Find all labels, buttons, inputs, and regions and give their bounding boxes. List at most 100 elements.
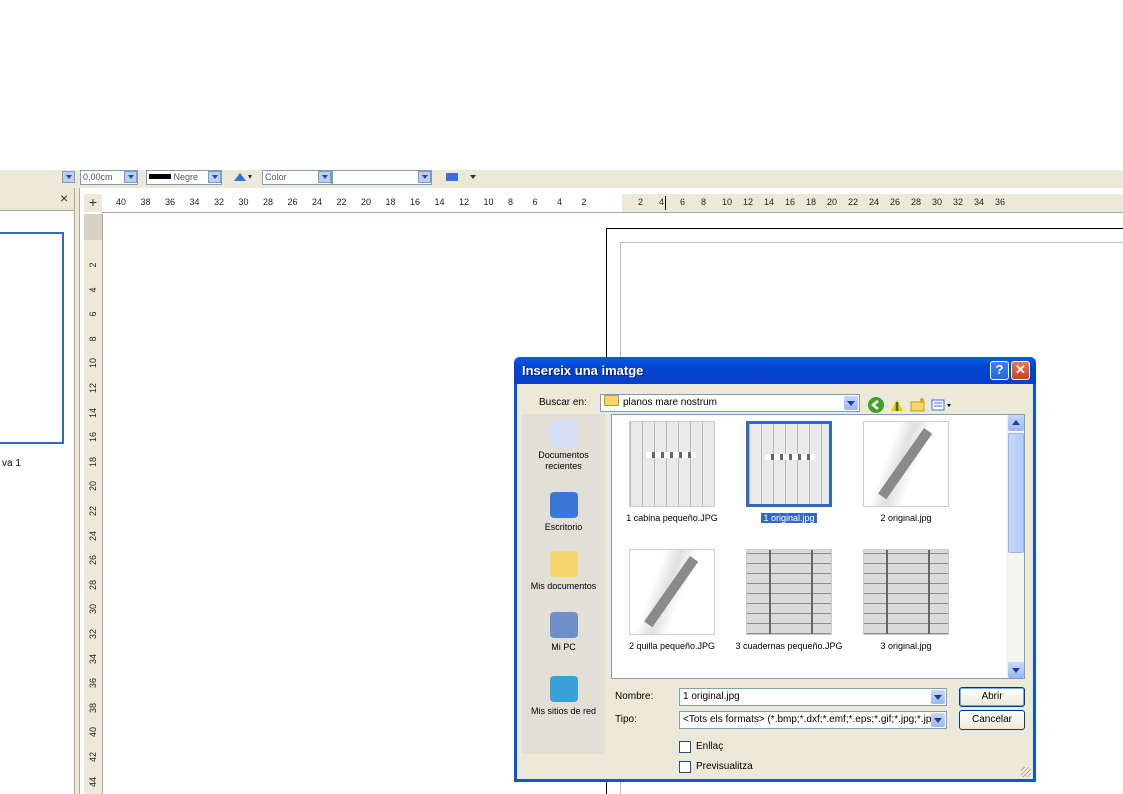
places-bar: Documentos recientes Escritorio Mis docume… — [522, 414, 605, 754]
ruler-tick-label: 4 — [659, 197, 665, 207]
toolbar-options-icon[interactable] — [470, 175, 476, 179]
file-item[interactable]: 1 cabina pequeño.JPG — [616, 421, 728, 524]
file-name: 1 cabina pequeño.JPG — [626, 513, 718, 523]
ruler-tick-label: 28 — [263, 197, 274, 207]
ruler-tick-label: 42 — [88, 752, 98, 763]
ruler-tick-label: 16 — [410, 197, 421, 207]
resize-grip-icon[interactable] — [1021, 767, 1031, 777]
shadow-icon[interactable] — [446, 173, 458, 181]
file-name: 3 original.jpg — [880, 641, 932, 651]
ruler-tick-label: 18 — [88, 456, 98, 467]
ruler-tick-label: 22 — [88, 506, 98, 517]
link-checkbox[interactable] — [679, 741, 691, 753]
ruler-tick-label: 8 — [88, 336, 98, 342]
new-folder-icon[interactable] — [910, 397, 926, 413]
desktop-icon — [549, 492, 578, 518]
ruler-tick-label: 24 — [312, 197, 323, 207]
place-recent-documents[interactable]: Documentos recientes — [522, 420, 605, 472]
vertical-scrollbar[interactable] — [1007, 415, 1024, 678]
scrollbar-thumb[interactable] — [1008, 433, 1024, 553]
ruler-tick-label: 16 — [88, 432, 98, 443]
chevron-down-icon[interactable] — [931, 713, 945, 727]
slides-panel-header: × — [0, 188, 78, 211]
ruler-tick-label: 2 — [581, 197, 587, 207]
place-desktop[interactable]: Escritorio — [522, 492, 605, 533]
chevron-down-icon[interactable] — [124, 171, 137, 183]
cancel-button[interactable]: Cancelar — [959, 710, 1025, 730]
ruler-tick-label: 30 — [238, 197, 249, 207]
my-documents-icon — [549, 551, 578, 577]
preview-checkbox[interactable] — [679, 761, 691, 773]
ruler-tick-label: 4 — [88, 287, 98, 293]
ruler-tick-label: 10 — [88, 358, 98, 369]
recent-documents-icon — [549, 420, 578, 446]
file-name: 2 quilla pequeño.JPG — [628, 641, 716, 651]
ruler-tick-label: 20 — [361, 197, 372, 207]
ruler-tick-label: 24 — [88, 530, 98, 541]
look-in-select[interactable]: planos mare nostrum — [600, 394, 860, 412]
ruler-tick-label: 22 — [336, 197, 347, 207]
ruler-corner-icon[interactable]: + — [84, 194, 102, 212]
chevron-down-icon[interactable] — [844, 396, 858, 410]
panel-splitter[interactable] — [74, 188, 80, 794]
ruler-tick-label: 36 — [165, 197, 176, 207]
link-checkbox-label: Enllaç — [696, 741, 724, 752]
filetype-label: Tipo: — [615, 714, 637, 725]
ruler-tick-label: 18 — [385, 197, 396, 207]
place-my-documents[interactable]: Mis documentos — [522, 551, 605, 592]
file-list[interactable]: 1 cabina pequeño.JPG 1 original.jpg 2 orig… — [611, 414, 1025, 679]
close-icon[interactable]: × — [60, 190, 68, 206]
up-folder-icon[interactable] — [889, 397, 905, 413]
ruler-tick-label: 14 — [434, 197, 445, 207]
image-thumbnail — [863, 421, 949, 507]
chevron-down-icon[interactable] — [418, 171, 431, 183]
chevron-down-icon[interactable] — [62, 171, 75, 183]
ruler-tick-label: 12 — [459, 197, 470, 207]
ruler-tick-label: 6 — [532, 197, 538, 207]
file-item[interactable]: 2 original.jpg — [850, 421, 962, 524]
ruler-tick-label: 24 — [869, 197, 880, 207]
file-item[interactable]: 3 cuadernas pequeño.JPG — [733, 549, 845, 652]
ruler-tick-label: 10 — [483, 197, 494, 207]
slide-thumbnail[interactable] — [0, 232, 64, 444]
place-label: Mis sitios de red — [530, 706, 597, 716]
chevron-down-icon[interactable] — [931, 690, 945, 704]
place-network-places[interactable]: Mis sitios de red — [522, 676, 605, 717]
fill-bucket-icon[interactable] — [232, 171, 254, 183]
ruler-tick-label: 44 — [88, 776, 98, 787]
file-name: 3 cuadernas pequeño.JPG — [735, 641, 843, 651]
fill-style-select[interactable] — [332, 170, 432, 185]
chevron-down-icon[interactable] — [318, 171, 331, 183]
ruler-tick-label: 14 — [764, 197, 775, 207]
look-in-label: Buscar en: — [539, 397, 587, 408]
close-button[interactable]: ✕ — [1011, 361, 1030, 380]
file-name: 2 original.jpg — [880, 513, 932, 523]
file-item[interactable]: 2 quilla pequeño.JPG — [616, 549, 728, 652]
scroll-up-icon[interactable] — [1008, 415, 1024, 431]
ruler-tick-label: 8 — [508, 197, 514, 207]
ruler-tick-label: 12 — [743, 197, 754, 207]
preview-checkbox-label: Previsualitza — [696, 761, 753, 772]
ruler-tick-label: 4 — [557, 197, 563, 207]
horizontal-ruler[interactable]: 40 38 36 34 32 30 28 26 24 22 20 18 16 14 12 10 8 6 4 2 246… — [102, 194, 1123, 213]
place-label: Mis documentos — [530, 581, 597, 591]
back-icon[interactable] — [868, 397, 884, 413]
view-menu-icon[interactable] — [931, 397, 955, 413]
vertical-ruler[interactable]: 2 4 6 8 10 12 14 16 18 20 22 24 26 28 30 32 34 36 38 40 42 44 — [84, 214, 103, 794]
dialog-titlebar[interactable]: Insereix una imatge ? ✕ — [514, 357, 1036, 384]
help-button[interactable]: ? — [990, 361, 1009, 380]
chevron-down-icon[interactable] — [208, 171, 221, 183]
drawing-toolbar: 0,00cm Negre Color — [0, 170, 1123, 188]
ruler-tick-label: 26 — [88, 555, 98, 566]
place-my-computer[interactable]: Mi PC — [522, 612, 605, 653]
open-button[interactable]: Abrir — [959, 687, 1025, 707]
ruler-tick-label: 2 — [88, 262, 98, 268]
ruler-margin — [84, 214, 102, 240]
filename-input[interactable]: 1 original.jpg — [679, 688, 947, 706]
ruler-tick-label: 20 — [827, 197, 838, 207]
file-item[interactable]: 1 original.jpg — [733, 421, 845, 524]
filetype-select[interactable]: <Tots els formats> (*.bmp;*.dxf;*.emf;*.… — [679, 711, 947, 729]
ruler-tick-label: 36 — [88, 678, 98, 689]
scroll-down-icon[interactable] — [1008, 662, 1024, 678]
file-item[interactable]: 3 original.jpg — [850, 549, 962, 652]
